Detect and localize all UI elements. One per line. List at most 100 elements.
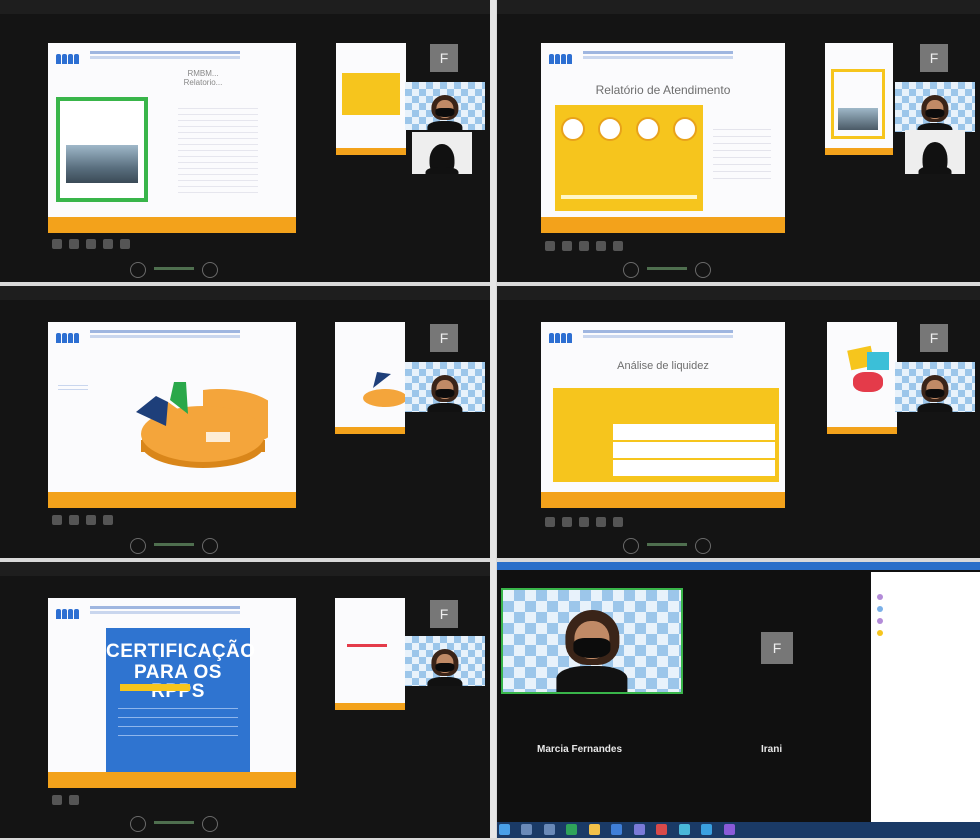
avatar-icon [561, 117, 585, 141]
start-icon[interactable] [499, 824, 510, 835]
certification-banner: CERTIFICAÇÃO PARA OS RPPS [106, 628, 256, 772]
participant-video[interactable] [905, 130, 965, 174]
building-photo [66, 145, 138, 183]
pointer-icon[interactable] [562, 517, 572, 527]
share-icon[interactable] [120, 239, 130, 249]
folder-icon[interactable] [588, 824, 600, 835]
logo-icon [56, 330, 84, 343]
pointer-icon[interactable] [69, 239, 79, 249]
pencil-icon[interactable] [52, 515, 62, 525]
toolbar [545, 514, 630, 527]
presentation-slide: Relatório de Atendimento [541, 43, 785, 233]
app-icon[interactable] [723, 824, 735, 835]
avatar-icon [635, 117, 660, 141]
mic-icon[interactable] [86, 515, 96, 525]
slide-navigation [130, 262, 220, 278]
presenter-video[interactable] [895, 82, 975, 132]
app-icon[interactable] [701, 824, 713, 835]
slide-thumbnail[interactable] [825, 43, 893, 155]
pencil-icon[interactable] [52, 795, 62, 805]
participant-avatar[interactable]: F [920, 44, 948, 72]
pencil-icon[interactable] [52, 239, 62, 249]
window-titlebar [497, 562, 980, 570]
presenter-video[interactable] [895, 362, 975, 412]
share-icon[interactable] [613, 241, 623, 251]
participant-name: Irani [761, 744, 783, 755]
store-icon[interactable] [633, 824, 645, 835]
pencil-icon[interactable] [545, 517, 555, 527]
mic-icon[interactable] [86, 239, 96, 249]
window-titlebar [497, 0, 980, 14]
camera-icon[interactable] [103, 515, 113, 525]
camera-icon[interactable] [596, 241, 606, 251]
share-icon[interactable] [613, 517, 623, 527]
presenter-video[interactable] [405, 636, 485, 686]
slide-title: RMBM... Relatorio... [183, 69, 223, 87]
chevron-right-icon[interactable] [695, 262, 711, 278]
cert-title-line2: PARA OS RPPS [134, 662, 222, 702]
presentation-slide: CERTIFICAÇÃO PARA OS RPPS [48, 598, 296, 788]
participant-avatar[interactable]: F [430, 600, 458, 628]
slide-thumbnail[interactable] [827, 322, 897, 434]
participant-row[interactable] [877, 630, 883, 636]
browser-icon[interactable] [566, 824, 578, 835]
mic-icon[interactable] [579, 517, 589, 527]
chevron-right-icon[interactable] [695, 538, 711, 554]
chevron-left-icon[interactable] [130, 538, 146, 554]
logo-icon [56, 51, 84, 64]
search-icon[interactable] [521, 824, 533, 835]
slide-thumbnail[interactable] [335, 322, 405, 434]
participant-avatar[interactable]: F [920, 324, 948, 352]
pointer-icon[interactable] [69, 515, 79, 525]
meeting-window-1: RMBM... Relatorio... F [0, 0, 490, 282]
taskview-icon[interactable] [543, 824, 555, 835]
mail-icon[interactable] [611, 824, 623, 835]
presenter-video[interactable] [405, 82, 485, 130]
text-column [713, 123, 771, 183]
window-titlebar [497, 286, 980, 300]
cert-highlight [120, 684, 190, 691]
chevron-left-icon[interactable] [130, 262, 146, 278]
cert-title-line1: CERTIFICAÇÃO [106, 641, 256, 662]
presenter-video-large[interactable] [501, 588, 683, 694]
slide-thumbnail[interactable] [335, 598, 405, 710]
slide-title: Análise de liquidez [617, 360, 709, 372]
chevron-left-icon[interactable] [623, 538, 639, 554]
avatar-icon [598, 117, 623, 141]
chevron-left-icon[interactable] [623, 262, 639, 278]
slide-header [90, 330, 240, 333]
pointer-icon[interactable] [69, 795, 79, 805]
avatar-icon [672, 117, 697, 141]
toolbar [545, 238, 630, 251]
participant-row[interactable] [877, 606, 883, 612]
slide-thumbnail[interactable] [336, 43, 406, 155]
slide-navigation [623, 538, 713, 554]
app-icon[interactable] [678, 824, 690, 835]
participant-row[interactable] [877, 594, 883, 600]
chevron-left-icon[interactable] [130, 816, 146, 832]
participant-avatar[interactable]: F [430, 324, 458, 352]
slide-header [583, 330, 733, 333]
camera-icon[interactable] [103, 239, 113, 249]
participant-video[interactable] [412, 132, 472, 174]
pencil-icon[interactable] [545, 241, 555, 251]
camera-icon[interactable] [596, 517, 606, 527]
chart-label [58, 382, 88, 390]
participant-avatar[interactable]: F [761, 632, 793, 664]
chevron-right-icon[interactable] [202, 538, 218, 554]
chevron-right-icon[interactable] [202, 262, 218, 278]
app-icon[interactable] [656, 824, 668, 835]
presenter-video[interactable] [405, 362, 485, 412]
text-column [178, 103, 258, 198]
mic-icon[interactable] [579, 241, 589, 251]
pointer-icon[interactable] [562, 241, 572, 251]
window-titlebar [0, 0, 490, 14]
presentation-slide: RMBM... Relatorio... [48, 43, 296, 233]
meeting-window-6: F Marcia Fernandes Irani [497, 562, 980, 822]
slide-footer-bar [48, 217, 296, 233]
participant-row[interactable] [877, 618, 883, 624]
slide-title: Relatório de Atendimento [595, 83, 731, 97]
participant-avatar[interactable]: F [430, 44, 458, 72]
chevron-right-icon[interactable] [202, 816, 218, 832]
meeting-window-2: Relatório de Atendimento F [497, 0, 980, 282]
